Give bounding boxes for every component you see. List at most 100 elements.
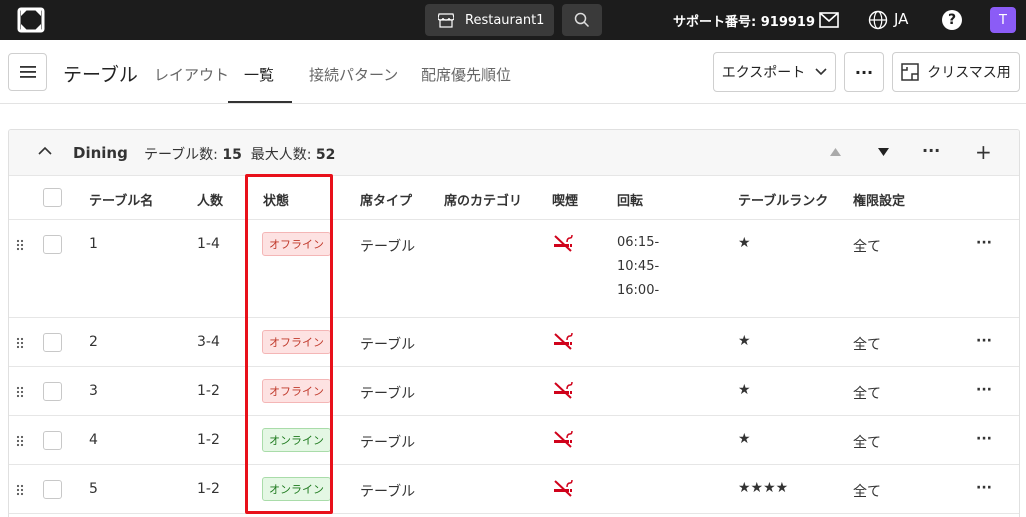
table-rank: ★ [738, 382, 751, 398]
search-button[interactable] [562, 4, 602, 36]
table-row[interactable]: 5 1-2 オンライン テーブル ★★★★ 全て ··· [9, 465, 1019, 514]
floorplan-icon [901, 63, 919, 81]
table-row[interactable]: 1 1-4 オフライン テーブル 06:15- 10:45- 16:00- ★ … [9, 220, 1019, 318]
tab-list[interactable]: 一覧 [244, 64, 274, 85]
rotation-time: 16:00- [617, 283, 660, 298]
seat-type: テーブル [360, 435, 416, 451]
group-stats: テーブル数: 15 最大人数: 52 [144, 144, 335, 164]
table-row[interactable]: 3 1-2 オフライン テーブル ★ 全て ··· [9, 367, 1019, 416]
more-options-button[interactable]: ··· [844, 52, 884, 92]
rotation-time: 10:45- [617, 259, 660, 274]
column-rotation[interactable]: 回転 [617, 190, 643, 209]
no-smoking-icon [554, 332, 573, 350]
table-name: 5 [89, 481, 98, 497]
max-people-label: 最大人数: [250, 147, 312, 163]
row-more-button[interactable]: ··· [976, 382, 992, 398]
group-more-button[interactable]: ··· [922, 141, 940, 160]
row-checkbox[interactable] [43, 431, 62, 450]
row-checkbox[interactable] [43, 480, 62, 499]
export-label: エクスポート [721, 65, 806, 81]
drag-handle-icon[interactable] [16, 435, 24, 447]
status-badge: オフライン [262, 232, 331, 256]
row-more-button[interactable]: ··· [976, 480, 992, 496]
row-more-button[interactable]: ··· [976, 235, 992, 251]
status-badge: オフライン [262, 330, 331, 354]
menu-button[interactable] [8, 53, 47, 91]
table-row[interactable]: 4 1-2 オンライン テーブル ★ 全て ··· [9, 416, 1019, 465]
people-range: 1-2 [197, 481, 220, 497]
column-smoking[interactable]: 喫煙 [552, 190, 578, 209]
table-rank: ★★★★ [738, 480, 789, 496]
table-name: 1 [89, 236, 98, 252]
drag-handle-icon[interactable] [16, 337, 24, 349]
seat-type: テーブル [360, 239, 416, 255]
row-more-button[interactable]: ··· [976, 333, 992, 349]
table-column-header: テーブル名 人数 状態 席タイプ 席のカテゴリ 喫煙 回転 テーブルランク 権限… [9, 176, 1019, 220]
column-table-rank[interactable]: テーブルランク [738, 190, 828, 209]
triangle-down-icon[interactable] [878, 148, 889, 156]
table-count-value: 15 [222, 147, 242, 163]
add-table-button[interactable]: + [975, 140, 992, 164]
seat-type: テーブル [360, 484, 416, 500]
column-status[interactable]: 状態 [263, 190, 289, 209]
drag-handle-icon[interactable] [16, 239, 24, 251]
no-smoking-icon [554, 430, 573, 448]
column-seat-category[interactable]: 席のカテゴリ [444, 190, 522, 209]
rotation-time: 06:15- [617, 235, 660, 250]
mail-icon[interactable] [819, 11, 839, 29]
no-smoking-icon [554, 234, 573, 252]
restaurant-name: Restaurant1 [465, 12, 545, 28]
hamburger-menu-icon [19, 66, 36, 78]
drag-handle-icon[interactable] [16, 386, 24, 398]
page-header: テーブル レイアウト 一覧 接続パターン 配席優先順位 エクスポート ··· ク… [0, 40, 1026, 104]
active-tab-indicator [228, 101, 292, 103]
no-smoking-icon [554, 479, 573, 497]
people-range: 1-4 [197, 236, 220, 252]
row-checkbox[interactable] [43, 382, 62, 401]
status-badge: オフライン [262, 379, 331, 403]
table-count-label: テーブル数: [144, 147, 218, 163]
people-range: 3-4 [197, 334, 220, 350]
table-row[interactable]: 2 3-4 オフライン テーブル ★ 全て ··· [9, 318, 1019, 367]
drag-handle-icon[interactable] [16, 484, 24, 496]
row-checkbox[interactable] [43, 235, 62, 254]
column-permission[interactable]: 権限設定 [853, 190, 905, 209]
chevron-up-icon[interactable] [38, 146, 52, 156]
column-people[interactable]: 人数 [197, 190, 223, 209]
tab-layout[interactable]: レイアウト [154, 64, 229, 85]
group-header: Dining テーブル数: 15 最大人数: 52 ··· + [9, 130, 1019, 176]
language-selector[interactable]: JA [894, 10, 908, 28]
max-people-value: 52 [315, 147, 336, 163]
help-icon[interactable]: ? [942, 10, 962, 30]
globe-icon[interactable] [868, 10, 888, 30]
support-number: サポート番号: 919919 [673, 15, 815, 30]
column-seat-type[interactable]: 席タイプ [360, 190, 412, 209]
status-badge: オンライン [262, 428, 331, 452]
table-rank: ★ [738, 333, 751, 349]
row-checkbox[interactable] [43, 333, 62, 352]
status-badge: オンライン [262, 477, 331, 501]
christmas-layout-button[interactable]: クリスマス用 [892, 52, 1020, 92]
permission: 全て [853, 484, 881, 500]
table-group-panel: Dining テーブル数: 15 最大人数: 52 ··· + テーブル名 人数… [8, 129, 1020, 517]
table-name: 4 [89, 432, 98, 448]
rotation-times: 06:15- 10:45- 16:00- [617, 231, 659, 303]
brand-logo-icon[interactable] [17, 7, 45, 33]
chevron-down-icon [815, 68, 827, 76]
triangle-up-icon[interactable] [830, 148, 841, 156]
row-more-button[interactable]: ··· [976, 431, 992, 447]
page-title: テーブル [63, 64, 138, 86]
tab-seating-priority[interactable]: 配席優先順位 [421, 64, 511, 85]
seat-type: テーブル [360, 337, 416, 353]
table-rank: ★ [738, 235, 751, 251]
export-button[interactable]: エクスポート [713, 52, 836, 92]
group-name: Dining [73, 144, 128, 162]
christmas-layout-label: クリスマス用 [927, 65, 1011, 81]
select-all-checkbox[interactable] [43, 188, 62, 207]
table-name: 3 [89, 383, 98, 399]
restaurant-selector[interactable]: Restaurant1 [425, 4, 554, 36]
column-table-name[interactable]: テーブル名 [89, 190, 153, 209]
avatar[interactable]: T [990, 7, 1016, 33]
tab-connection-pattern[interactable]: 接続パターン [309, 64, 398, 85]
permission: 全て [853, 337, 881, 353]
